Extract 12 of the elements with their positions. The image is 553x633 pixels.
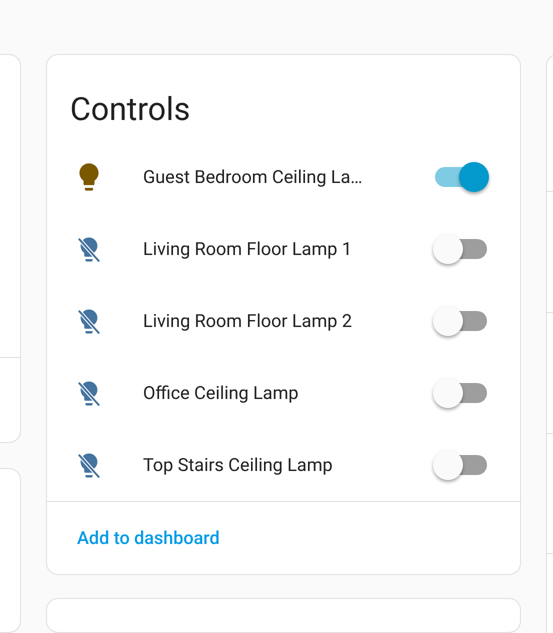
- card-title: Controls: [69, 89, 192, 130]
- toggle-switch[interactable]: [433, 233, 489, 265]
- toggle-switch[interactable]: [433, 377, 489, 409]
- entity-name: Guest Bedroom Ceiling La…: [143, 166, 364, 190]
- add-to-dashboard-link[interactable]: Add to dashboard: [77, 524, 220, 552]
- entity-name: Living Room Floor Lamp 2: [143, 310, 353, 334]
- toggle-switch[interactable]: [433, 305, 489, 337]
- entity-name: Office Ceiling Lamp: [143, 382, 300, 406]
- entity-name: Living Room Floor Lamp 1: [143, 238, 353, 262]
- toggle-switch[interactable]: [433, 449, 489, 481]
- entity-name: Top Stairs Ceiling Lamp: [143, 454, 334, 478]
- toggle-switch[interactable]: [433, 161, 489, 193]
